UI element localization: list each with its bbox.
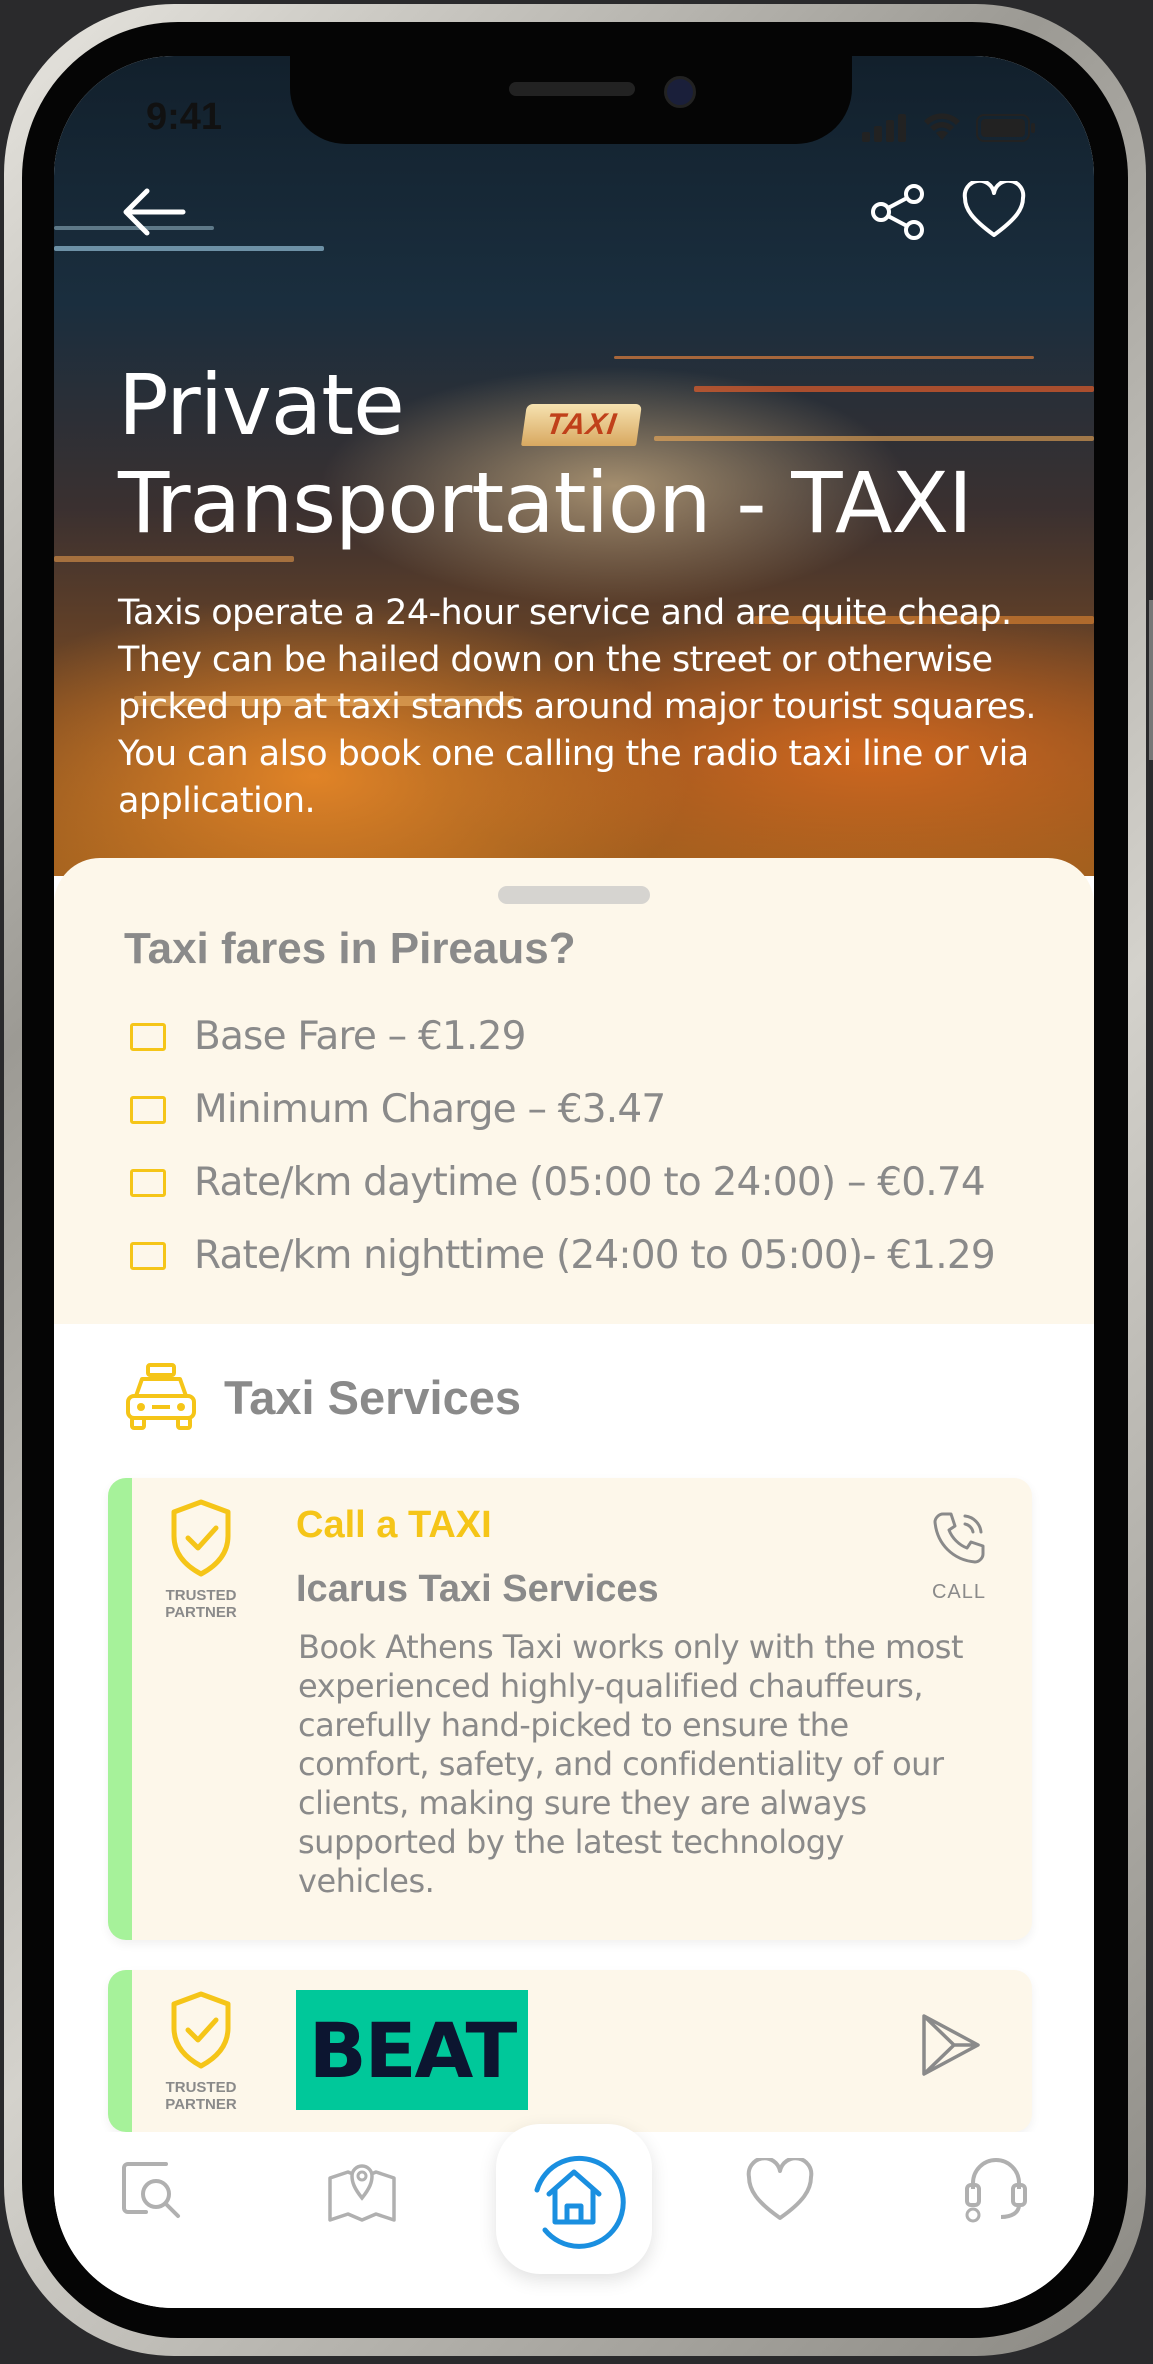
shield-check-icon bbox=[171, 1991, 231, 2069]
bullet-box-icon bbox=[130, 1168, 166, 1197]
fare-text: Rate/km nighttime (24:00 to 05:00)- €1.2… bbox=[194, 1233, 996, 1278]
tab-support[interactable] bbox=[956, 2150, 1036, 2230]
side-button bbox=[1149, 600, 1153, 760]
fare-text: Minimum Charge – €3.47 bbox=[194, 1087, 666, 1132]
page-description: Taxis operate a 24-hour service and are … bbox=[118, 593, 1037, 821]
trusted-partner-badge: TRUSTED PARTNER bbox=[160, 1498, 242, 1621]
trusted-partner-label: TRUSTED PARTNER bbox=[165, 1587, 237, 1621]
shield-check-icon bbox=[171, 1499, 231, 1577]
fare-item: Base Fare – €1.29 bbox=[130, 1000, 995, 1073]
heart-icon bbox=[962, 181, 1026, 237]
tab-home[interactable] bbox=[496, 2124, 652, 2274]
services-title: Taxi Services bbox=[224, 1370, 522, 1424]
fares-heading: Taxi fares in Pireaus? bbox=[124, 924, 576, 973]
screen: TAXI 9:41 Private Transportation - TAXI … bbox=[54, 56, 1094, 2308]
fare-text: Rate/km daytime (05:00 to 24:00) – €0.74 bbox=[194, 1160, 986, 1205]
fare-item: Minimum Charge – €3.47 bbox=[130, 1073, 995, 1146]
tab-map[interactable] bbox=[322, 2150, 402, 2230]
share-button[interactable] bbox=[862, 176, 934, 248]
wifi-icon bbox=[924, 113, 960, 140]
camera bbox=[664, 76, 696, 108]
battery-icon bbox=[976, 114, 1035, 142]
speaker bbox=[509, 82, 635, 96]
tab-favorites[interactable] bbox=[740, 2150, 820, 2230]
arrow-left-icon bbox=[123, 188, 186, 236]
call-button[interactable]: CALL bbox=[914, 1508, 1004, 1604]
fare-text: Base Fare – €1.29 bbox=[194, 1014, 526, 1059]
search-map-icon bbox=[122, 2162, 180, 2218]
support-headset-icon bbox=[965, 2158, 1027, 2223]
phone-icon bbox=[933, 1512, 985, 1564]
page-title: Private Transportation - TAXI bbox=[118, 356, 1018, 552]
status-icons bbox=[862, 112, 1036, 142]
bullet-box-icon bbox=[130, 1095, 166, 1124]
card-title: Icarus Taxi Services bbox=[296, 1568, 659, 1610]
services-header: Taxi Services bbox=[122, 1362, 521, 1432]
page-title-line2: Transportation - TAXI bbox=[118, 454, 973, 552]
card-description: Book Athens Taxi works only with the mos… bbox=[298, 1628, 964, 1900]
fare-list: Base Fare – €1.29 Minimum Charge – €3.47… bbox=[130, 1000, 996, 1292]
back-button[interactable] bbox=[118, 176, 190, 248]
bullet-box-icon bbox=[130, 1022, 166, 1051]
notch bbox=[290, 56, 852, 144]
signal-icon bbox=[862, 114, 906, 142]
tab-bar bbox=[54, 2124, 1094, 2308]
call-label: CALL bbox=[931, 1581, 987, 1603]
tab-search-map[interactable] bbox=[112, 2150, 192, 2230]
share-icon bbox=[871, 184, 924, 240]
trusted-partner-badge: TRUSTED PARTNER bbox=[160, 1990, 242, 2113]
fare-item: Rate/km nighttime (24:00 to 05:00)- €1.2… bbox=[130, 1219, 996, 1292]
beat-logo: BEAT bbox=[296, 1990, 528, 2110]
home-icon bbox=[534, 2155, 626, 2249]
service-card-icarus[interactable]: TRUSTED PARTNER Call a TAXI Icarus Taxi … bbox=[108, 1478, 1032, 1940]
bullet-box-icon bbox=[130, 1241, 166, 1270]
card-accent-bar bbox=[108, 1478, 132, 1940]
service-card-beat[interactable]: TRUSTED PARTNER BEAT bbox=[108, 1970, 1032, 2132]
open-app-button[interactable] bbox=[920, 2012, 982, 2083]
card-accent-bar bbox=[108, 1970, 132, 2132]
page-title-line1: Private bbox=[118, 356, 405, 454]
map-pin-icon bbox=[328, 2164, 396, 2222]
heart-icon bbox=[746, 2158, 814, 2220]
fares-sheet[interactable]: Taxi fares in Pireaus? Base Fare – €1.29… bbox=[54, 858, 1094, 1324]
play-store-icon bbox=[922, 2014, 980, 2076]
fare-item: Rate/km daytime (05:00 to 24:00) – €0.74 bbox=[130, 1146, 995, 1219]
card-kicker: Call a TAXI bbox=[296, 1504, 492, 1546]
status-time: 9:41 bbox=[146, 96, 223, 138]
favorite-button[interactable] bbox=[958, 174, 1030, 246]
sheet-grab-handle[interactable] bbox=[498, 886, 650, 904]
trusted-partner-label: TRUSTED PARTNER bbox=[165, 2079, 237, 2113]
taxi-car-icon bbox=[126, 1363, 196, 1430]
